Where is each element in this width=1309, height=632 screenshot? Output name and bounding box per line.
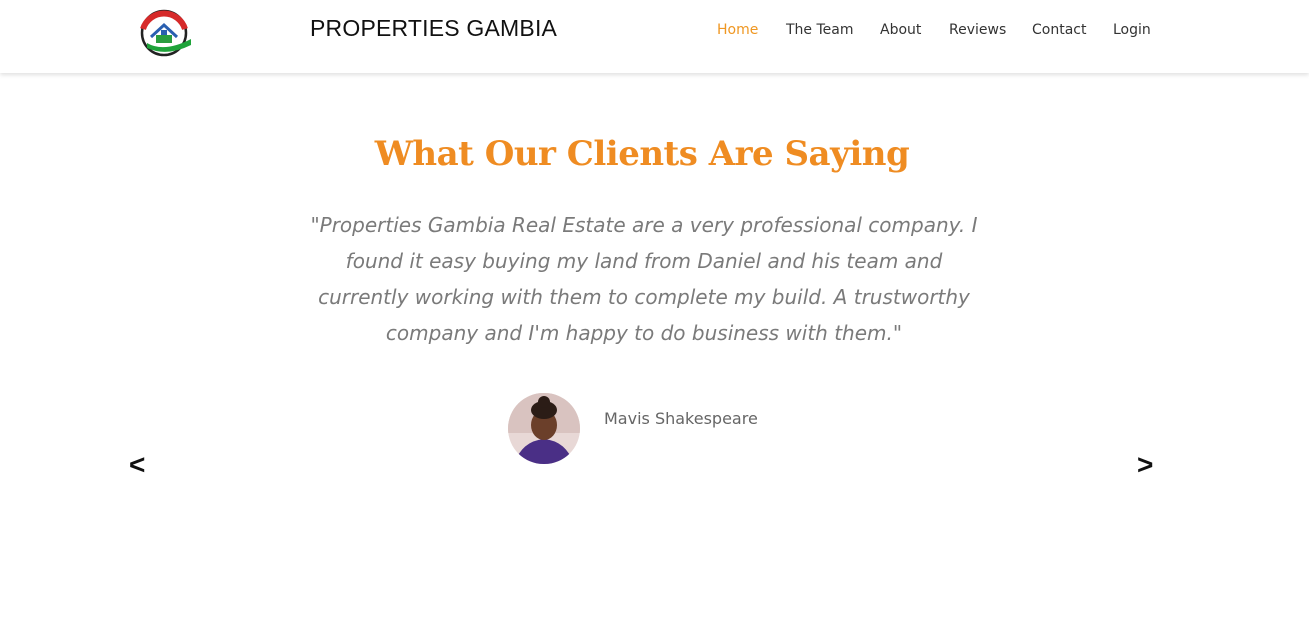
nav-about[interactable]: About	[880, 22, 921, 38]
nav-the-team[interactable]: The Team	[786, 22, 854, 38]
author-name: Mavis Shakespeare	[604, 409, 758, 428]
nav-home[interactable]: Home	[717, 22, 758, 38]
nav-login[interactable]: Login	[1113, 22, 1151, 38]
testimonial-quote: "Properties Gambia Real Estate are a ver…	[310, 213, 978, 345]
section-heading: What Our Clients Are Saying	[374, 134, 910, 174]
nav-reviews[interactable]: Reviews	[949, 22, 1006, 38]
site-header: PROPERTIES GAMBIA Home The Team About Re…	[0, 0, 1309, 73]
main-nav: Home The Team About Reviews Contact Logi…	[0, 22, 1309, 42]
author-avatar	[508, 393, 580, 464]
nav-contact[interactable]: Contact	[1032, 22, 1086, 38]
previous-testimonial-button[interactable]: <	[129, 448, 145, 482]
next-testimonial-button[interactable]: >	[1137, 448, 1153, 482]
